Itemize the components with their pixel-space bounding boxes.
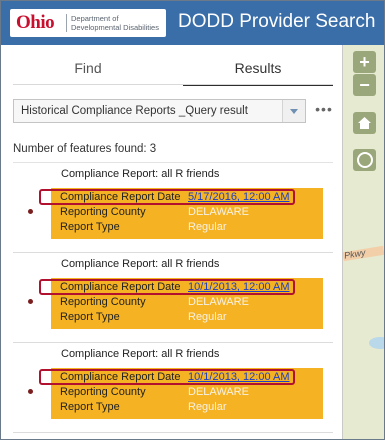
annotation-highlight-box <box>39 189 295 205</box>
tab-find[interactable]: Find <box>13 45 163 84</box>
layer-select-value: Historical Compliance Reports _Query res… <box>21 105 248 117</box>
logo-divider <box>66 14 67 32</box>
attribute-label: Reporting County <box>60 206 146 218</box>
feature-title: Compliance Report: all R friends <box>61 168 220 180</box>
annotation-highlight-box <box>39 369 295 385</box>
app-title: DODD Provider Search <box>178 11 376 32</box>
feature-title: Compliance Report: all R friends <box>61 348 220 360</box>
ellipsis-icon[interactable]: ••• <box>314 99 334 123</box>
zoom-out-button[interactable]: − <box>353 74 376 96</box>
zoom-in-button[interactable]: + <box>353 51 376 73</box>
attribute-value: Regular <box>188 311 227 323</box>
bullet-icon <box>28 209 33 214</box>
layer-select-dropdown-button[interactable] <box>282 100 305 122</box>
attribute-label: Report Type <box>60 311 120 323</box>
item-divider <box>13 432 333 433</box>
annotation-highlight-box <box>39 279 295 295</box>
attribute-row-county: Reporting County DELAWARE <box>60 296 322 310</box>
attribute-row-report-type: Report Type Regular <box>60 401 322 415</box>
attribute-value: DELAWARE <box>188 386 249 398</box>
attribute-row-county: Reporting County DELAWARE <box>60 386 322 400</box>
zoom-out-icon: − <box>359 75 370 95</box>
attribute-value: DELAWARE <box>188 206 249 218</box>
attribute-label: Report Type <box>60 221 120 233</box>
ohio-dodd-logo: Ohio Department of Developmental Disabil… <box>10 9 166 37</box>
attribute-value: Regular <box>188 221 227 233</box>
feature-result-item[interactable]: Compliance Report: all R friends Complia… <box>13 253 333 343</box>
attribute-row-county: Reporting County DELAWARE <box>60 206 322 220</box>
attribute-label: Reporting County <box>60 296 146 308</box>
attribute-label: Report Type <box>60 401 120 413</box>
attribute-row-report-type: Report Type Regular <box>60 221 322 235</box>
feature-result-item[interactable]: Compliance Report: all R friends Complia… <box>13 343 333 433</box>
feature-title: Compliance Report: all R friends <box>61 258 220 270</box>
locate-button[interactable] <box>353 149 376 171</box>
bullet-icon <box>28 389 33 394</box>
app-window: Ohio Department of Developmental Disabil… <box>0 0 385 440</box>
locate-icon <box>357 152 373 168</box>
home-icon <box>358 117 371 129</box>
map-view[interactable]: Pkwy + − <box>343 45 384 439</box>
attribute-value: Regular <box>188 401 227 413</box>
layer-select[interactable]: Historical Compliance Reports _Query res… <box>13 99 306 123</box>
features-count: Number of features found: 3 <box>13 143 157 155</box>
attribute-label: Reporting County <box>60 386 146 398</box>
attribute-value: DELAWARE <box>188 296 249 308</box>
feature-result-item[interactable]: Compliance Report: all R friends Complia… <box>13 163 333 253</box>
home-button[interactable] <box>353 112 376 134</box>
map-water <box>369 337 384 349</box>
bullet-icon <box>28 299 33 304</box>
panel-tabs: Find Results <box>1 45 342 86</box>
map-road-label: Pkwy <box>343 247 367 261</box>
logo-department-text: Department of Developmental Disabilities <box>71 14 159 32</box>
tabs-divider <box>13 84 333 85</box>
results-panel: Find Results Historical Compliance Repor… <box>1 45 343 439</box>
zoom-in-icon: + <box>359 52 370 72</box>
logo-ohio-text: Ohio <box>16 12 55 33</box>
app-header: Ohio Department of Developmental Disabil… <box>1 1 384 45</box>
attribute-row-report-type: Report Type Regular <box>60 311 322 325</box>
chevron-down-icon <box>290 109 298 114</box>
tab-results[interactable]: Results <box>183 45 333 86</box>
